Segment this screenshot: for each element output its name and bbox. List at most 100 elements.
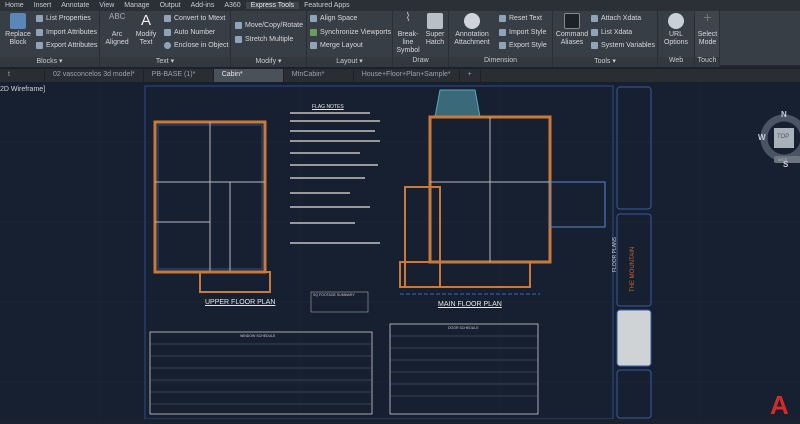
list-xdata-button[interactable]: List Xdata [591, 29, 632, 36]
autocad-logo: A [770, 390, 789, 420]
main-floor-plan [399, 89, 606, 295]
viewcube-top-face[interactable]: TOP [777, 134, 789, 140]
synchronize-viewports-button[interactable]: Synchronize Viewports [310, 29, 391, 36]
doc-tab[interactable]: House+Floor+Plan+Sample* [354, 69, 460, 82]
text-panel-title[interactable]: Text ▾ [100, 57, 230, 67]
dimension-title: Dimension [483, 57, 518, 64]
align-space-label: Align Space [320, 15, 358, 22]
menu-tab-view[interactable]: View [94, 2, 119, 9]
ribbon-tab-bar: Home Insert Annotate View Manage Output Add-in… [0, 0, 800, 11]
stretch-icon [235, 36, 242, 43]
main-floor-plan-label: MAIN FLOOR PLAN [438, 301, 502, 308]
convert-to-mtext-label: Convert to Mtext [174, 15, 226, 22]
auto-number-button[interactable]: Auto Number [164, 29, 215, 36]
tools-panel-title[interactable]: Tools ▾ [553, 57, 657, 67]
menu-tab-output[interactable]: Output [155, 2, 186, 9]
panel-text: ABC Arc Aligned A Modify Text Convert to M… [100, 11, 231, 67]
drawing-canvas[interactable]: UPPER FLOOR PLAN MAIN FLOOR PLAN FLAG NO… [0, 82, 800, 420]
merge-layout-label: Merge Layout [320, 42, 363, 49]
replace-block-button[interactable]: Replace Block [2, 13, 34, 47]
new-tab-button[interactable]: + [460, 69, 481, 82]
panel-web: URL Options Web [658, 11, 695, 67]
export-attributes-label: Export Attributes [46, 42, 98, 49]
upper-floor-plan-label: UPPER FLOOR PLAN [205, 299, 276, 306]
import-style-button[interactable]: Import Style [499, 29, 546, 36]
menu-tab-manage[interactable]: Manage [119, 2, 154, 9]
select-mode-label: Select Mode [697, 31, 718, 46]
doc-tab[interactable]: PB-BASE (1)* [144, 69, 214, 82]
draw-panel-title: Draw [393, 57, 448, 67]
project-name: THE MOUNTAIN [630, 246, 636, 292]
layout-panel-title[interactable]: Layout ▾ [307, 57, 392, 67]
synchronize-viewports-label: Synchronize Viewports [320, 29, 392, 36]
window-schedule-title: WINDOW SCHEDULE [240, 334, 276, 338]
title-block-revisions [616, 309, 652, 367]
hatch-icon [427, 13, 443, 29]
url-options-label: URL Options [663, 31, 689, 46]
attach-xdata-label: Attach Xdata [601, 15, 642, 22]
arc-aligned-button[interactable]: ABC Arc Aligned [102, 13, 132, 47]
break-line-symbol-button[interactable]: ⌇ Break-line Symbol [393, 11, 423, 55]
doc-tab[interactable]: Cabin* [213, 69, 284, 82]
command-aliases-icon [564, 13, 580, 29]
sheet-title: FLOOR PLANS [612, 236, 618, 272]
window-schedule-table [149, 331, 373, 415]
doc-tab[interactable]: MtnCabin* [284, 69, 354, 82]
reset-text-button[interactable]: Reset Text [499, 15, 542, 22]
panel-draw: ⌇ Break-line Symbol Super Hatch Draw [393, 11, 449, 67]
doc-tab[interactable]: 02 vasconcelos 3d model* [45, 69, 144, 82]
export-style-icon [499, 42, 506, 49]
flag-notes-block [290, 112, 380, 244]
super-hatch-button[interactable]: Super Hatch [423, 13, 447, 47]
menu-tab-insert[interactable]: Insert [29, 2, 57, 9]
panel-tools: Command Aliases Attach Xdata List Xdata … [553, 11, 658, 67]
url-options-button[interactable]: URL Options [660, 13, 692, 47]
text-title: Text [155, 58, 169, 65]
menu-tab-a360[interactable]: A360 [219, 2, 245, 9]
enclose-in-object-label: Enclose in Object [174, 42, 229, 49]
wcs-menu[interactable]: WCS [778, 157, 787, 162]
reset-text-label: Reset Text [509, 15, 542, 22]
drawing-sheet [0, 82, 800, 420]
system-variables-button[interactable]: System Variables [591, 42, 655, 49]
web-title: Web [668, 57, 684, 64]
import-style-label: Import Style [509, 29, 547, 36]
align-space-button[interactable]: Align Space [310, 15, 357, 22]
menu-tab-add-ins[interactable]: Add-ins [186, 2, 220, 9]
panel-blocks: Replace Block List Properties Import Att… [0, 11, 100, 67]
select-mode-button[interactable]: + Select Mode [695, 10, 720, 47]
modify-panel-title[interactable]: Modify ▾ [231, 57, 306, 67]
doc-tab[interactable]: t [0, 69, 45, 82]
viewcube[interactable]: N S W TOP WCS [756, 108, 800, 174]
blocks-panel-title[interactable]: Blocks ▾ [0, 57, 99, 67]
command-aliases-button[interactable]: Command Aliases [555, 13, 589, 47]
text-a-icon: A [140, 12, 151, 29]
globe-icon [668, 13, 684, 29]
compass-west[interactable]: W [758, 133, 766, 142]
stretch-multiple-label: Stretch Multiple [245, 36, 294, 43]
list-icon [36, 15, 43, 22]
menu-tab-annotate[interactable]: Annotate [56, 2, 94, 9]
replace-block-icon [10, 13, 26, 29]
reset-text-icon [499, 15, 506, 22]
attach-xdata-icon [591, 15, 598, 22]
viewport-visual-style[interactable]: 2D Wireframe] [0, 86, 45, 93]
menu-tab-home[interactable]: Home [0, 2, 29, 9]
web-panel-title: Web [658, 57, 694, 67]
export-attributes-button[interactable]: Export Attributes [36, 42, 97, 49]
list-properties-button[interactable]: List Properties [36, 15, 91, 22]
stretch-multiple-button[interactable]: Stretch Multiple [235, 36, 293, 43]
annotation-attachment-button[interactable]: Annotation Attachment [451, 13, 493, 47]
move-copy-rotate-button[interactable]: Move/Copy/Rotate [235, 22, 303, 29]
enclose-in-object-button[interactable]: Enclose in Object [164, 42, 228, 49]
menu-tab-featured-apps[interactable]: Featured Apps [299, 2, 355, 9]
import-attributes-button[interactable]: Import Attributes [36, 29, 97, 36]
modify-text-button[interactable]: A Modify Text [132, 13, 160, 47]
attach-xdata-button[interactable]: Attach Xdata [591, 15, 641, 22]
compass-north[interactable]: N [781, 110, 787, 119]
door-schedule-title: DOOR SCHEDULE [448, 326, 479, 330]
merge-layout-button[interactable]: Merge Layout [310, 42, 363, 49]
export-style-button[interactable]: Export Style [499, 42, 547, 49]
convert-to-mtext-button[interactable]: Convert to Mtext [164, 15, 225, 22]
menu-tab-express-tools[interactable]: Express Tools [245, 2, 300, 9]
